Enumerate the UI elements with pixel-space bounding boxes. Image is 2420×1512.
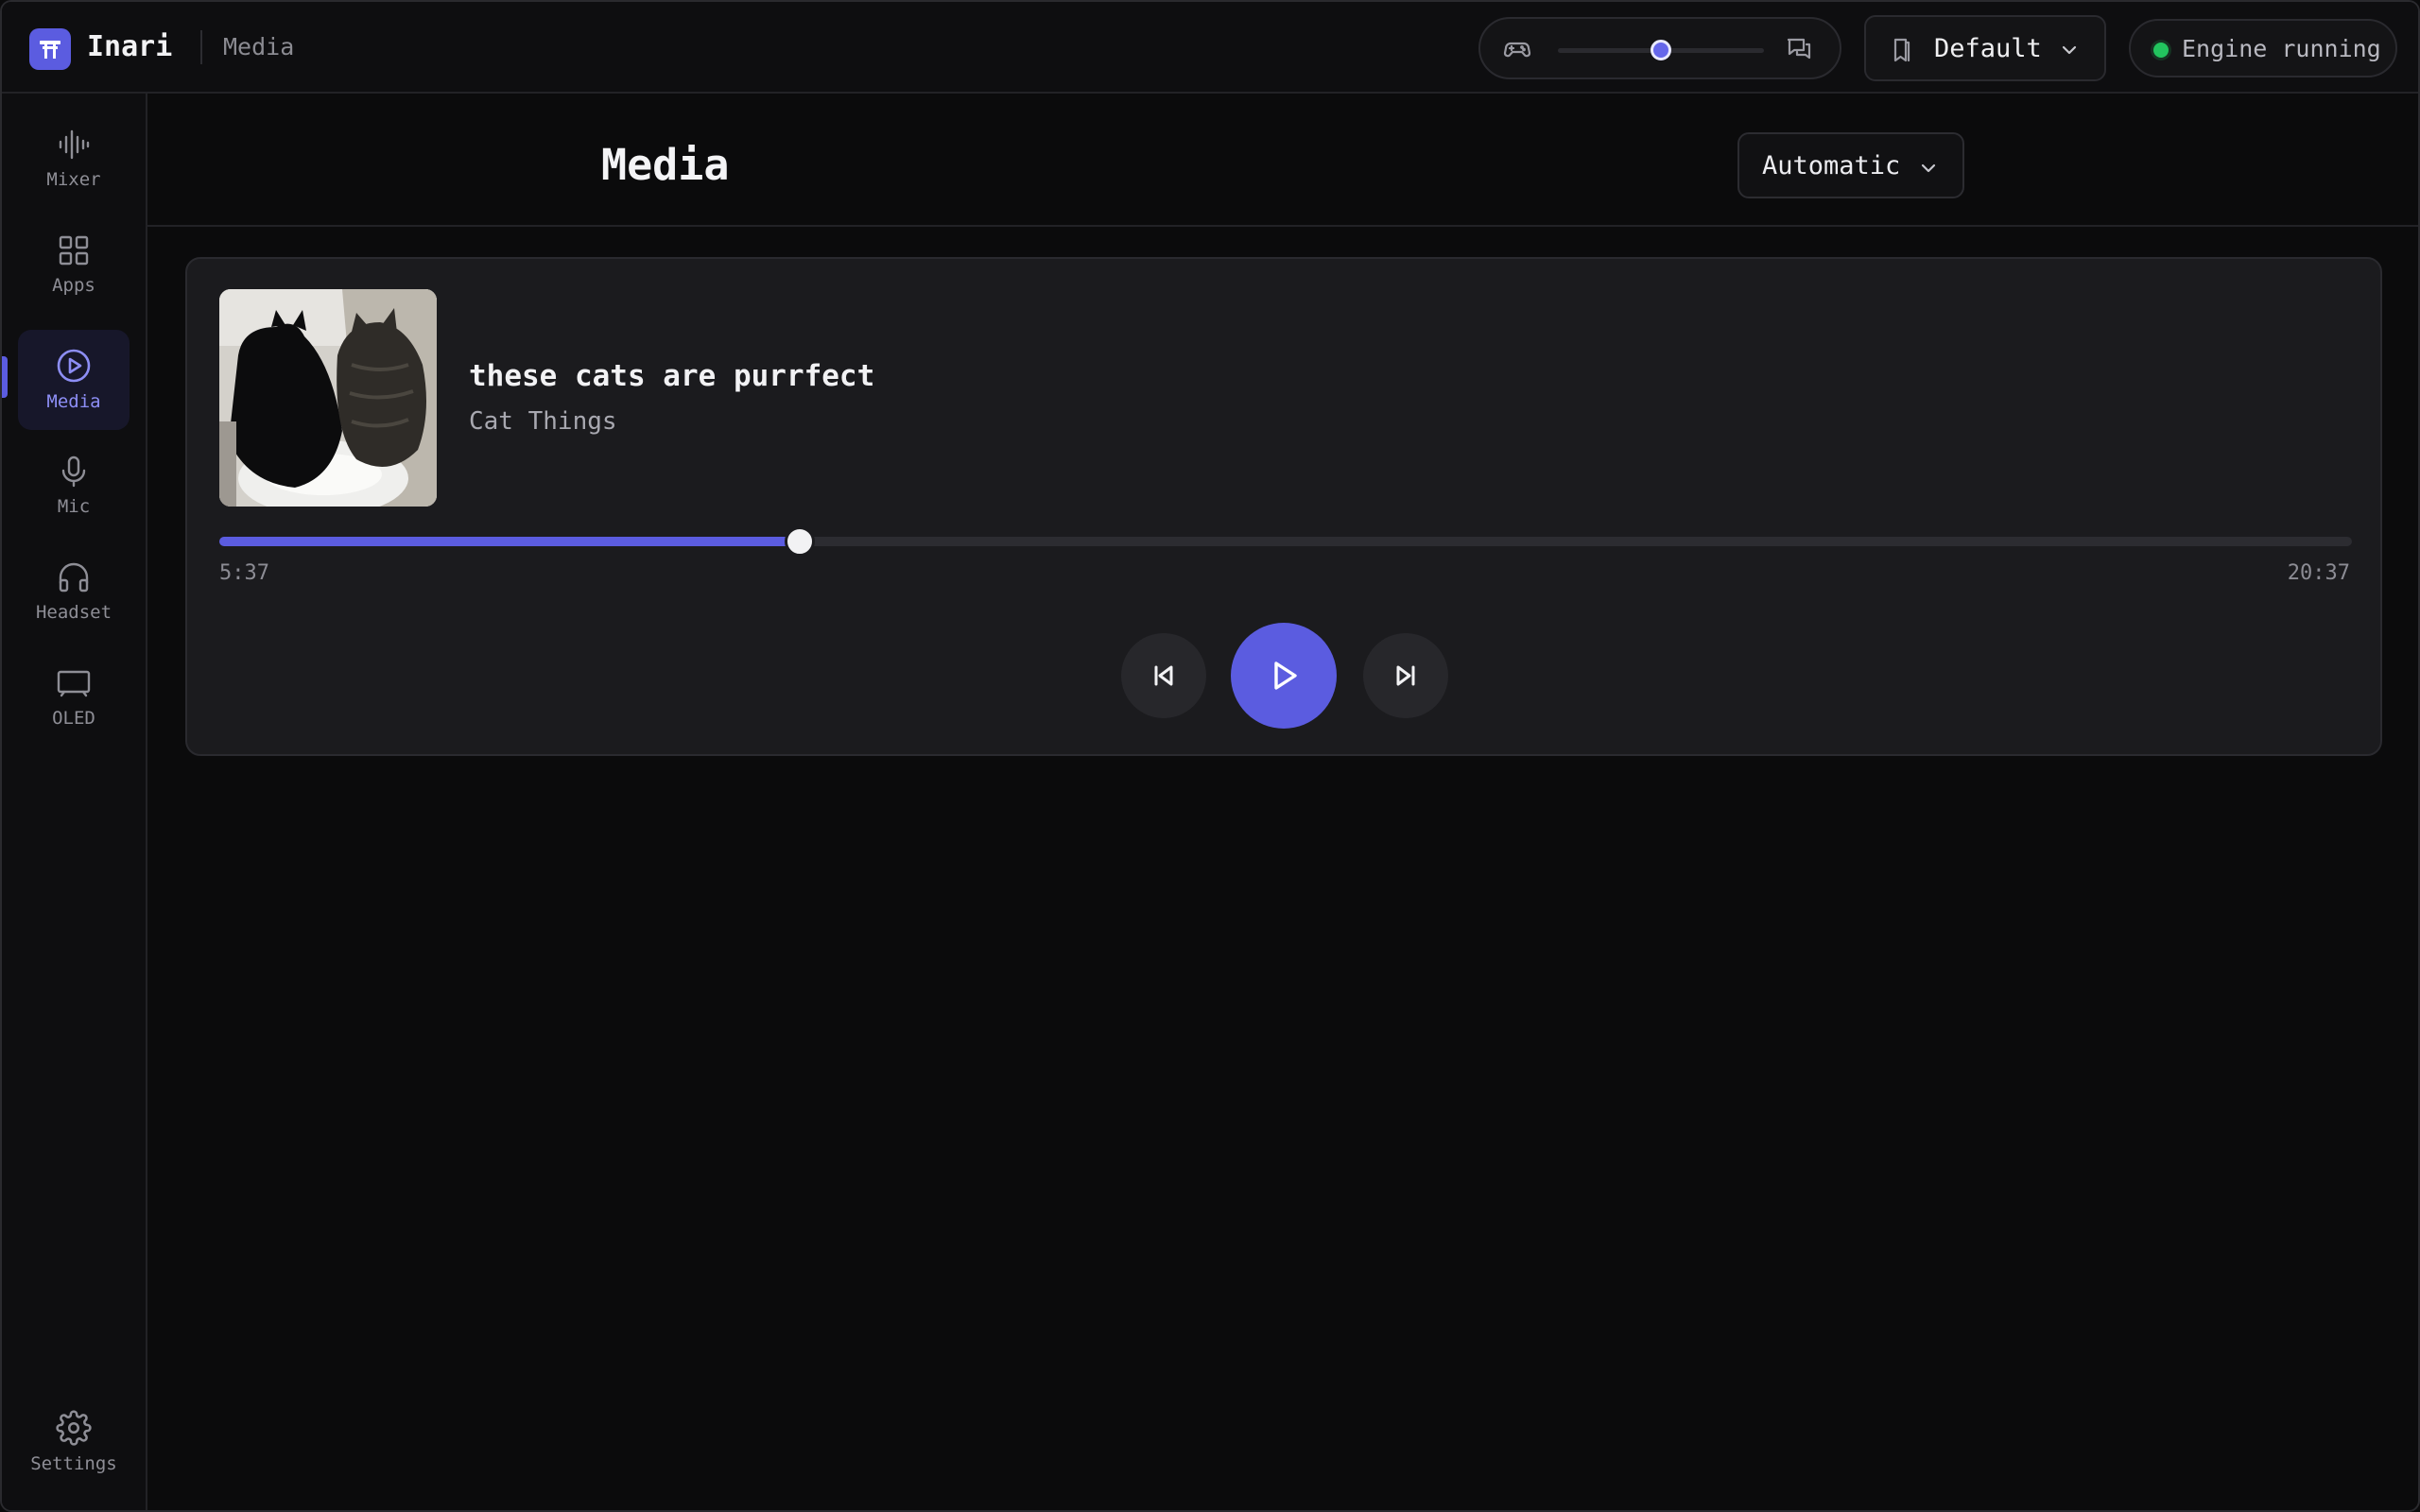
progress-fill (219, 537, 800, 546)
game-chat-balance-slider[interactable] (1478, 17, 1841, 79)
display-icon (57, 670, 91, 697)
sidebar-item-oled[interactable]: OLED (18, 647, 130, 747)
app-window: Inari Media Default Engine running Mixer… (0, 0, 2420, 1512)
sidebar-item-label: Apps (52, 275, 95, 296)
engine-status: Engine running (2129, 19, 2397, 77)
sidebar-item-settings[interactable]: Settings (18, 1392, 130, 1492)
track-title: these cats are purrfect (469, 359, 875, 393)
previous-track-button[interactable] (1121, 633, 1206, 718)
play-circle-icon (57, 349, 91, 383)
sidebar-item-media[interactable]: Media (18, 330, 130, 430)
breadcrumb: Media (223, 33, 295, 60)
sidebar-item-label: Mixer (46, 169, 101, 190)
media-source-dropdown[interactable]: Automatic (1737, 132, 1964, 198)
sidebar-item-label: Settings (30, 1453, 117, 1474)
sidebar-item-headset[interactable]: Headset (18, 541, 130, 642)
balance-knob[interactable] (1651, 40, 1671, 60)
sidebar-item-label: Mic (57, 496, 91, 517)
page-title: Media (601, 140, 730, 190)
microphone-icon (61, 455, 86, 488)
next-track-button[interactable] (1363, 633, 1448, 718)
profile-label: Default (1934, 34, 2042, 63)
progress-thumb[interactable] (784, 526, 815, 557)
top-bar: Inari Media Default Engine running (2, 2, 2418, 94)
sidebar-item-apps[interactable]: Apps (18, 215, 130, 315)
gear-icon (56, 1410, 92, 1446)
gamepad-icon (1503, 35, 1531, 67)
breadcrumb-divider (200, 30, 202, 64)
inari-logo-icon (29, 28, 71, 70)
chevron-down-icon (2059, 40, 2080, 64)
sidebar: Mixer Apps Media Mic Headset OLED Settin… (2, 94, 147, 1510)
chevron-down-icon (1919, 159, 1938, 181)
sidebar-item-mixer[interactable]: Mixer (18, 109, 130, 209)
total-duration: 20:37 (2287, 561, 2350, 585)
media-source-label: Automatic (1762, 151, 1901, 180)
sidebar-item-mic[interactable]: Mic (18, 436, 130, 536)
sidebar-item-label: Headset (35, 602, 112, 623)
play-button[interactable] (1231, 623, 1337, 729)
now-playing-card: these cats are purrfect Cat Things 5:37 … (185, 257, 2382, 756)
engine-status-dot (2153, 43, 2169, 58)
waveform-icon (59, 129, 90, 160)
grid-icon (59, 235, 89, 266)
headphones-icon (59, 562, 89, 593)
active-nav-indicator (2, 356, 8, 398)
elapsed-time: 5:37 (219, 561, 269, 585)
album-art (219, 289, 437, 507)
sidebar-item-label: Media (46, 391, 101, 412)
bookmark-icon (1889, 36, 1915, 68)
profile-dropdown[interactable]: Default (1864, 15, 2106, 81)
play-icon (1274, 662, 1297, 690)
page-header: Media Automatic (147, 94, 2418, 227)
engine-status-label: Engine running (2182, 35, 2381, 62)
skip-previous-icon (1154, 665, 1173, 686)
playback-progress-bar[interactable] (219, 526, 2352, 557)
chat-icon (1785, 35, 1813, 67)
track-artist: Cat Things (469, 407, 617, 436)
app-name: Inari (87, 30, 173, 63)
skip-next-icon (1396, 665, 1415, 686)
sidebar-item-label: OLED (52, 708, 95, 729)
